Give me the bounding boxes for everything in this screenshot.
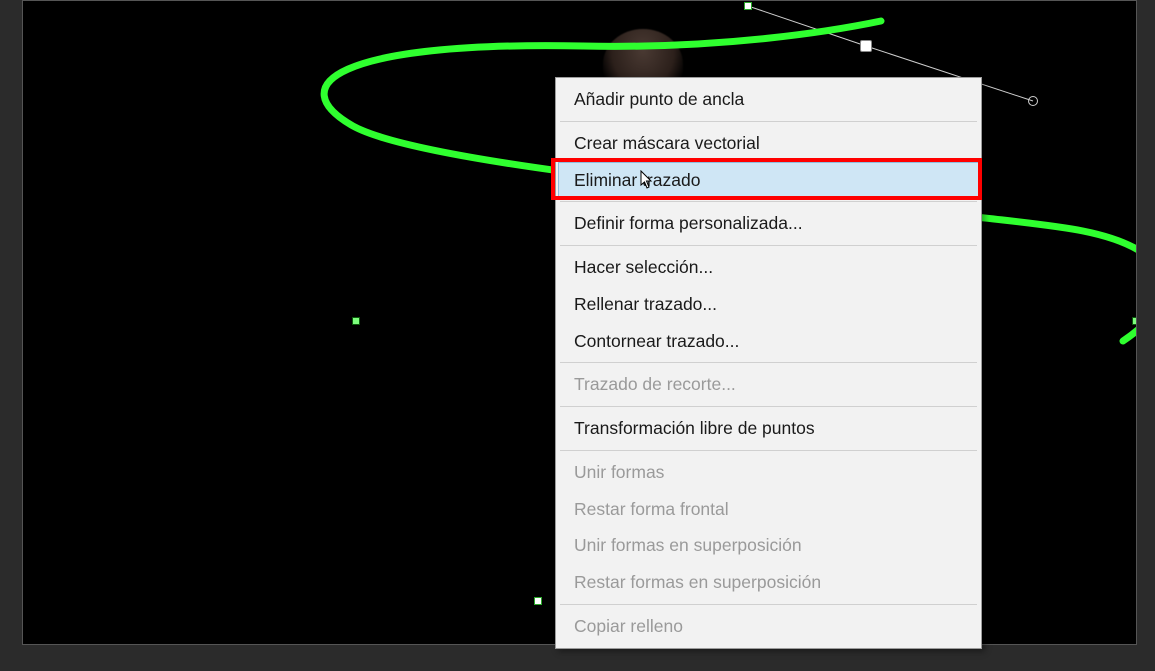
menu-item[interactable]: Contornear trazado... bbox=[558, 323, 979, 360]
menu-item[interactable]: Hacer selección... bbox=[558, 249, 979, 286]
menu-item[interactable]: Definir forma personalizada... bbox=[558, 205, 979, 242]
menu-item-label: Contornear trazado... bbox=[574, 331, 739, 351]
menu-item: Restar formas en superposición bbox=[558, 564, 979, 601]
menu-separator bbox=[560, 406, 977, 407]
menu-item-label: Unir formas bbox=[574, 462, 664, 482]
menu-item[interactable]: Crear máscara vectorial bbox=[558, 125, 979, 162]
anchor-point[interactable] bbox=[534, 597, 542, 605]
menu-item-label: Crear máscara vectorial bbox=[574, 133, 760, 153]
menu-item: Restar forma frontal bbox=[558, 491, 979, 528]
menu-item-label: Restar formas en superposición bbox=[574, 572, 821, 592]
menu-item-label: Restar forma frontal bbox=[574, 499, 729, 519]
menu-separator bbox=[560, 245, 977, 246]
menu-separator bbox=[560, 121, 977, 122]
menu-item-label: Rellenar trazado... bbox=[574, 294, 717, 314]
menu-item-label: Trazado de recorte... bbox=[574, 374, 736, 394]
menu-item: Unir formas en superposición bbox=[558, 527, 979, 564]
path-end-handle[interactable] bbox=[860, 40, 872, 52]
direction-handle[interactable] bbox=[1028, 96, 1038, 106]
menu-item-label: Eliminar trazado bbox=[574, 170, 700, 190]
menu-item: Trazado de recorte... bbox=[558, 366, 979, 403]
anchor-point[interactable] bbox=[744, 2, 752, 10]
menu-item[interactable]: Eliminar trazado bbox=[558, 162, 979, 199]
path-context-menu[interactable]: Añadir punto de ancla Crear máscara vecto… bbox=[555, 77, 982, 649]
menu-item-label: Hacer selección... bbox=[574, 257, 713, 277]
menu-item[interactable]: Rellenar trazado... bbox=[558, 286, 979, 323]
menu-item-label: Añadir punto de ancla bbox=[574, 89, 744, 109]
menu-item-label: Transformación libre de puntos bbox=[574, 418, 815, 438]
menu-separator bbox=[560, 362, 977, 363]
menu-item: Unir formas bbox=[558, 454, 979, 491]
menu-item-label: Copiar relleno bbox=[574, 616, 683, 636]
anchor-point[interactable] bbox=[352, 317, 360, 325]
menu-item-label: Unir formas en superposición bbox=[574, 535, 802, 555]
menu-separator bbox=[560, 604, 977, 605]
menu-item: Copiar relleno bbox=[558, 608, 979, 645]
menu-item-label: Definir forma personalizada... bbox=[574, 213, 803, 233]
menu-item[interactable]: Transformación libre de puntos bbox=[558, 410, 979, 447]
menu-separator bbox=[560, 201, 977, 202]
menu-separator bbox=[560, 450, 977, 451]
anchor-point[interactable] bbox=[1132, 317, 1137, 325]
menu-item[interactable]: Añadir punto de ancla bbox=[558, 81, 979, 118]
